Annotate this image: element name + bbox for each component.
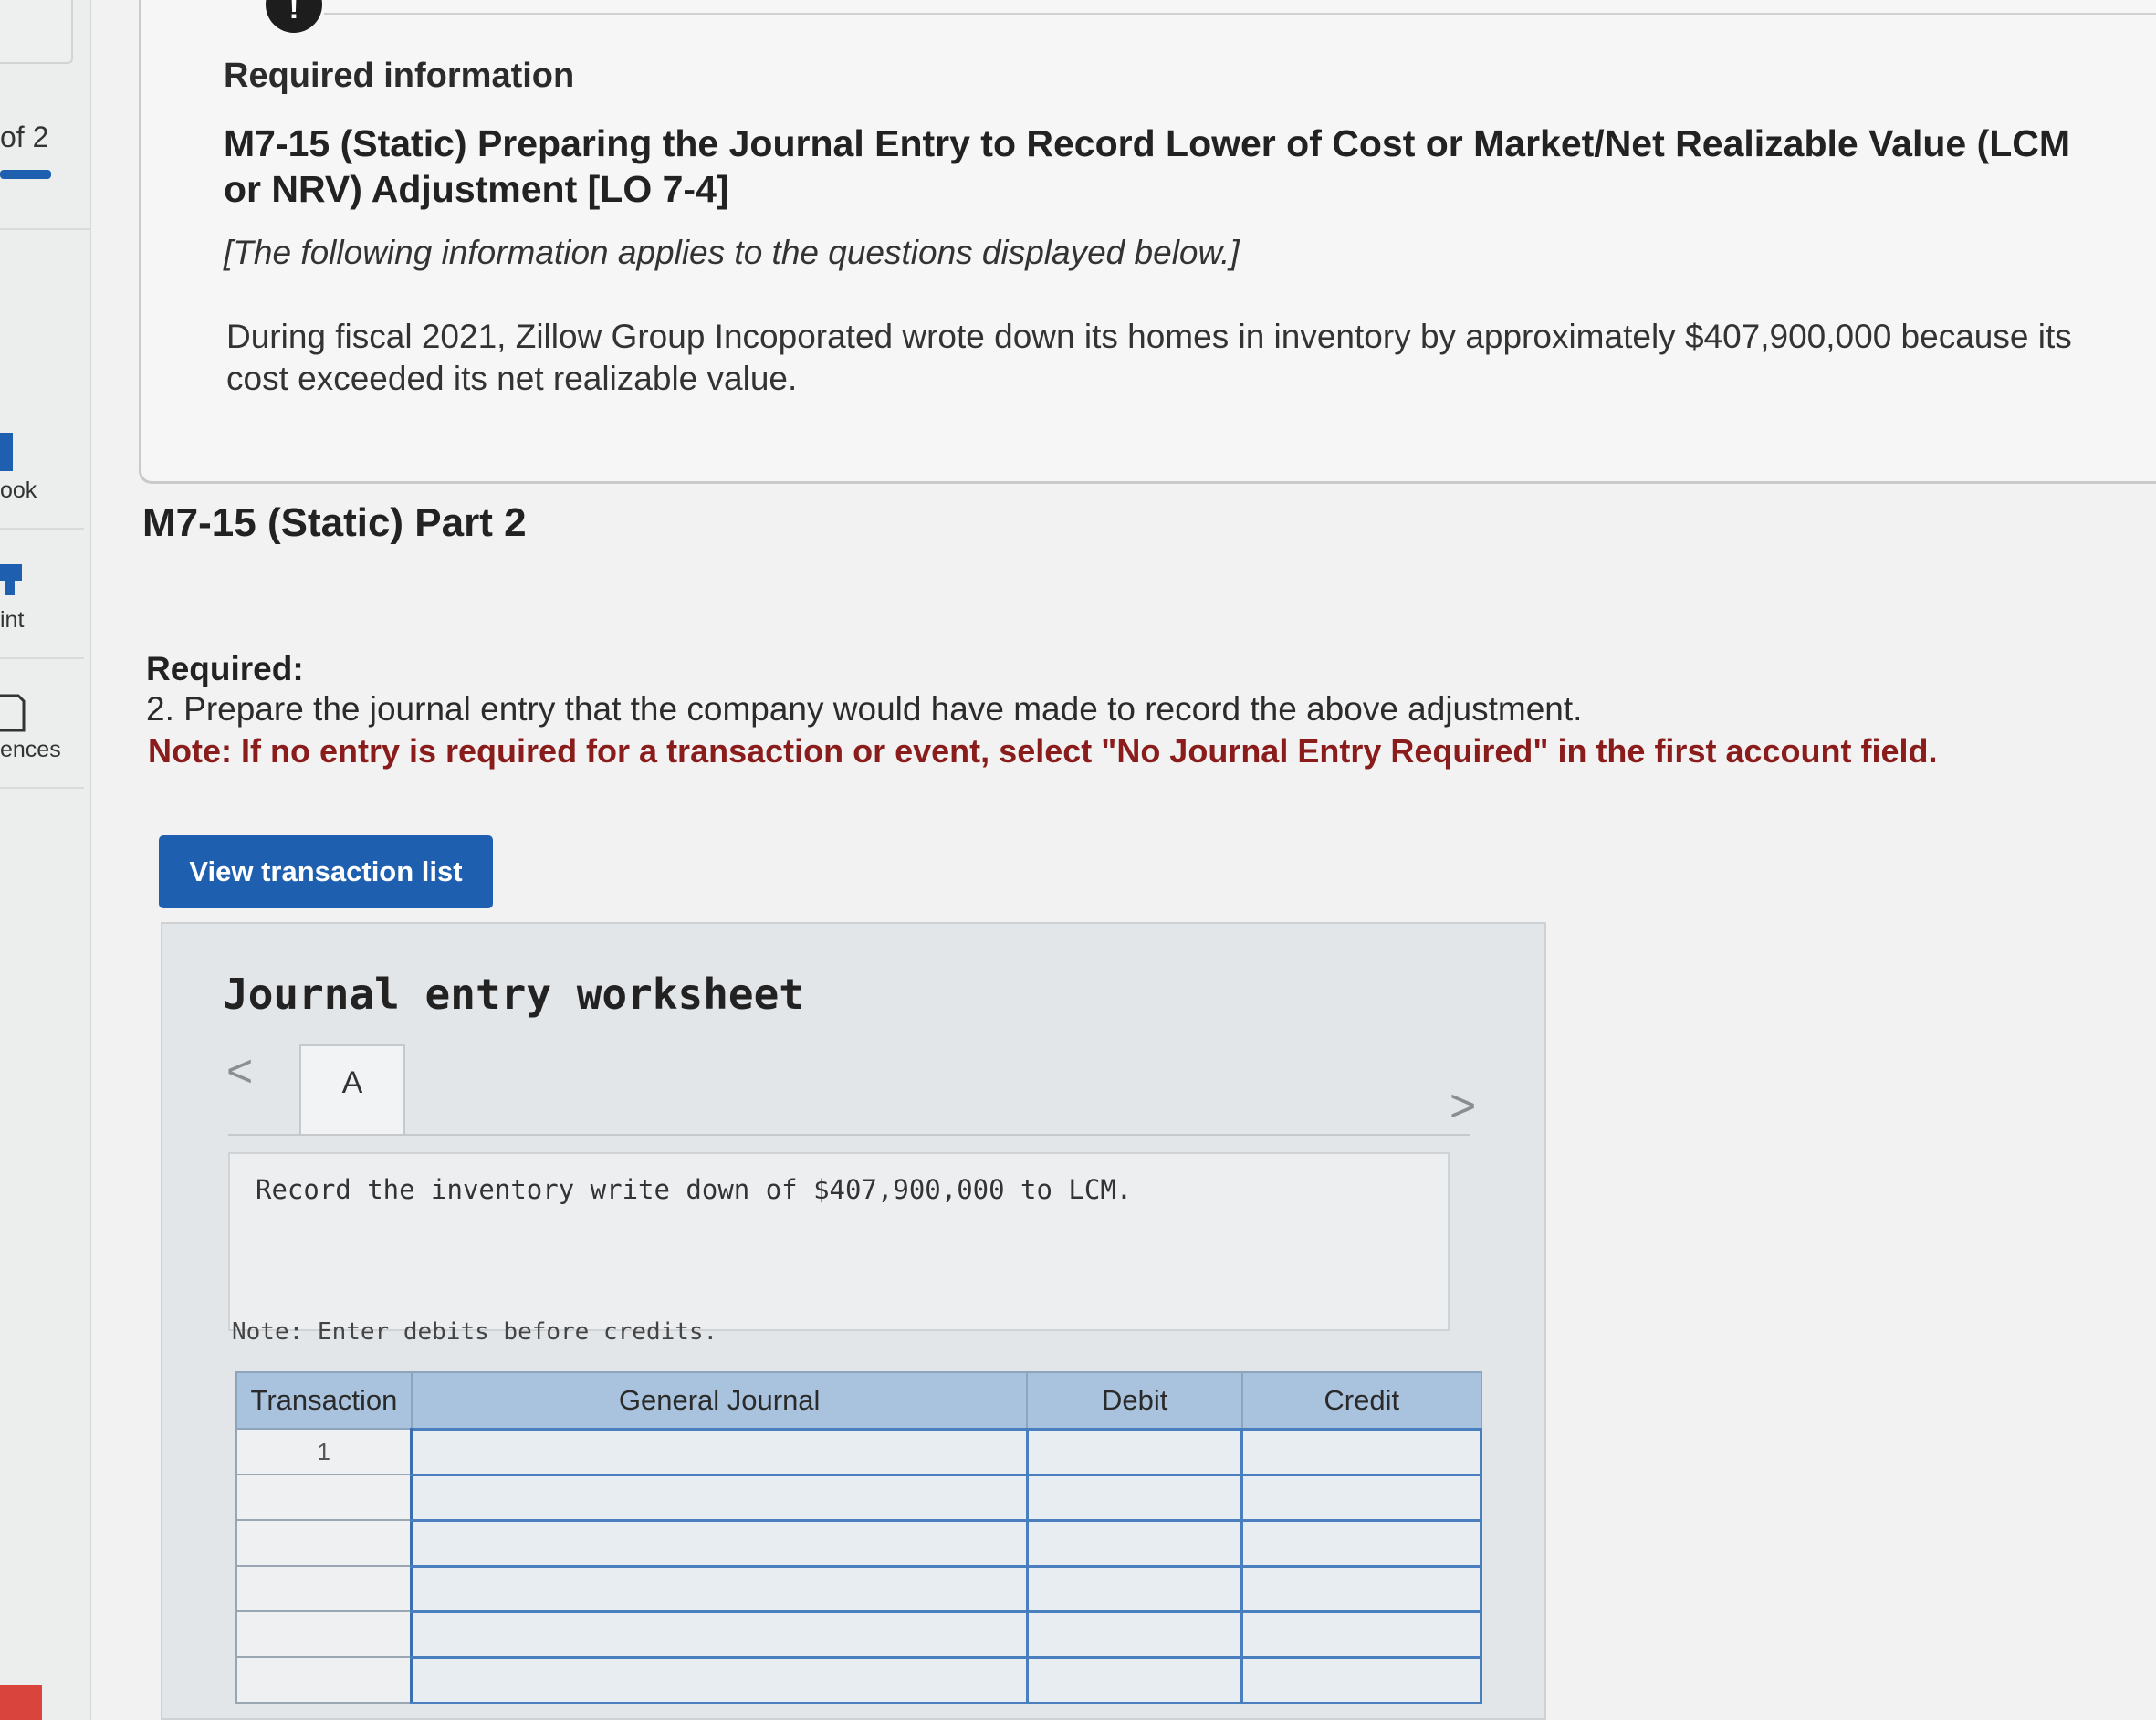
credit-input[interactable]	[1240, 1564, 1482, 1613]
instruction-text: Record the inventory write down of $407,…	[256, 1174, 1133, 1205]
general-journal-select[interactable]	[410, 1610, 1029, 1659]
references-icon	[0, 688, 27, 739]
general-journal-select[interactable]	[410, 1427, 1029, 1476]
transaction-cell: 1	[235, 1428, 413, 1475]
journal-entry-worksheet: Journal entry worksheet < A > Record the…	[161, 922, 1546, 1720]
general-journal-select[interactable]	[410, 1473, 1029, 1522]
general-journal-select[interactable]	[410, 1655, 1029, 1704]
sidebar-item-label: ook	[0, 477, 37, 503]
left-sidebar: of 2 ook int ences	[0, 0, 91, 1720]
table-row: 1	[235, 1427, 1482, 1476]
table-row	[235, 1564, 1482, 1613]
tab-a[interactable]: A	[299, 1044, 405, 1136]
table-header-row: Transaction General Journal Debit Credit	[235, 1371, 1482, 1430]
info-intro: [The following information applies to th…	[224, 234, 1240, 271]
debit-input[interactable]	[1025, 1655, 1244, 1704]
table-row	[235, 1610, 1482, 1659]
debit-input[interactable]	[1025, 1473, 1244, 1522]
table-row	[235, 1518, 1482, 1568]
chevron-right-icon[interactable]: >	[1450, 1079, 1476, 1132]
sidebar-item-print[interactable]: int	[0, 531, 84, 659]
column-header-general-journal: General Journal	[410, 1371, 1029, 1430]
transaction-cell	[235, 1519, 413, 1567]
required-label: Required:	[146, 650, 304, 687]
credit-input[interactable]	[1240, 1655, 1482, 1704]
journal-table: Transaction General Journal Debit Credit…	[235, 1371, 1482, 1704]
table-row	[235, 1655, 1482, 1704]
general-journal-select[interactable]	[410, 1518, 1029, 1568]
tab-strip-border	[228, 1134, 1470, 1136]
sidebar-divider	[0, 228, 91, 230]
transaction-cell	[235, 1656, 413, 1704]
transaction-cell	[235, 1474, 413, 1521]
credit-input[interactable]	[1240, 1610, 1482, 1659]
general-journal-select[interactable]	[410, 1564, 1029, 1613]
required-instruction: 2. Prepare the journal entry that the co…	[146, 690, 1583, 728]
sidebar-item-ebook[interactable]: ook	[0, 402, 84, 530]
transaction-cell	[235, 1565, 413, 1612]
alert-icon: !	[266, 0, 322, 33]
credit-input[interactable]	[1240, 1473, 1482, 1522]
card-top-border	[324, 13, 2156, 15]
sidebar-top-card[interactable]	[0, 0, 73, 64]
debit-input[interactable]	[1025, 1610, 1244, 1659]
sidebar-item-label: int	[0, 607, 25, 633]
debit-input[interactable]	[1025, 1564, 1244, 1613]
credit-input[interactable]	[1240, 1427, 1482, 1476]
sidebar-item-label: ences	[0, 737, 61, 762]
debit-input[interactable]	[1025, 1518, 1244, 1568]
problem-title: M7-15 (Static) Preparing the Journal Ent…	[224, 122, 2071, 210]
book-icon	[0, 429, 22, 479]
view-transaction-list-button[interactable]: View transaction list	[159, 835, 493, 908]
worksheet-note: Note: Enter debits before credits.	[232, 1318, 718, 1346]
part-title: M7-15 (Static) Part 2	[142, 500, 527, 545]
required-note: Note: If no entry is required for a tran…	[148, 732, 1938, 770]
sidebar-item-references[interactable]: ences	[0, 661, 84, 789]
required-information-heading: Required information	[224, 57, 575, 95]
column-header-transaction: Transaction	[235, 1371, 413, 1430]
chevron-left-icon[interactable]: <	[226, 1044, 253, 1097]
table-row	[235, 1473, 1482, 1522]
transaction-cell	[235, 1610, 413, 1658]
credit-input[interactable]	[1240, 1518, 1482, 1568]
print-icon	[0, 559, 27, 603]
worksheet-title: Journal entry worksheet	[223, 970, 804, 1019]
sidebar-bottom-badge[interactable]	[0, 1685, 42, 1720]
instruction-box: Record the inventory write down of $407,…	[228, 1152, 1450, 1331]
progress-bar	[0, 170, 51, 179]
info-body: During fiscal 2021, Zillow Group Incopor…	[226, 318, 2072, 397]
column-header-credit: Credit	[1240, 1371, 1482, 1430]
debit-input[interactable]	[1025, 1427, 1244, 1476]
page-counter: of 2	[0, 121, 49, 153]
column-header-debit: Debit	[1026, 1371, 1243, 1430]
